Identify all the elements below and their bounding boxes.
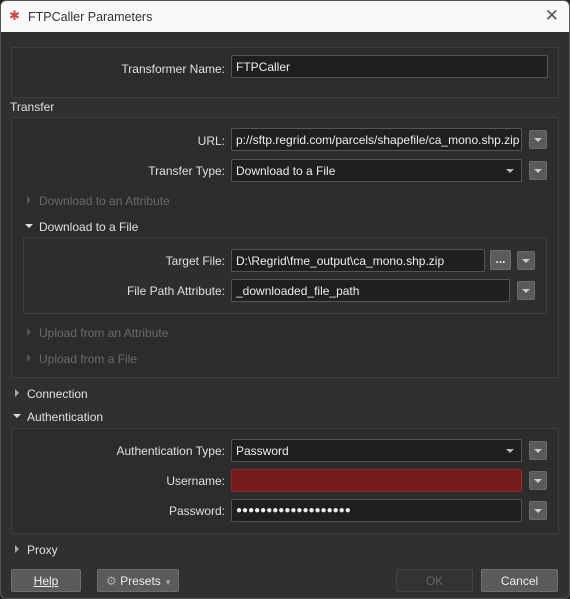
file-path-attribute-label: File Path Attribute: (126, 284, 225, 298)
url-input[interactable]: p://sftp.regrid.com/parcels/shapefile/ca… (231, 128, 522, 151)
password-label: Password: (168, 504, 225, 518)
gear-icon: ⚙ (106, 574, 117, 588)
file-path-attribute-options-button[interactable] (517, 281, 535, 300)
chevron-down-icon: ▼ (164, 578, 173, 587)
cancel-button[interactable]: Cancel (481, 569, 558, 592)
dialog-window: ✱ FTPCaller Parameters ✕ Transformer Nam… (0, 0, 570, 599)
expand-arrow-icon (27, 354, 31, 362)
close-icon[interactable]: ✕ (545, 6, 559, 26)
fme-transformer-icon: ✱ (9, 8, 20, 23)
section-label: Upload from a File (39, 352, 138, 366)
section-label: Authentication (27, 410, 104, 424)
transformer-name-label: Transformer Name: (121, 62, 225, 76)
expand-arrow-icon (15, 389, 19, 397)
help-button[interactable]: Help (11, 569, 81, 592)
target-file-label: Target File: (165, 254, 225, 268)
password-options-button[interactable] (529, 501, 547, 520)
username-input[interactable] (231, 469, 522, 492)
expand-arrow-icon (27, 196, 31, 204)
title-bar: ✱ FTPCaller Parameters ✕ (1, 1, 569, 32)
section-label: Connection (27, 387, 88, 401)
authentication-type-label: Authentication Type: (116, 444, 225, 458)
transformer-name-input[interactable]: FTPCaller (231, 55, 548, 78)
ok-button[interactable]: OK (396, 569, 473, 592)
section-label: Download to an Attribute (39, 194, 170, 208)
window-title: FTPCaller Parameters (28, 10, 153, 24)
presets-button[interactable]: ⚙ Presets ▼ (97, 569, 179, 592)
transfer-type-label: Transfer Type: (148, 164, 225, 178)
transfer-type-select[interactable]: Download to a File (231, 159, 522, 182)
section-label: Download to a File (39, 220, 139, 234)
presets-label: Presets (120, 574, 161, 588)
target-file-input[interactable]: D:\Regrid\fme_output\ca_mono.shp.zip (231, 249, 485, 272)
target-file-options-button[interactable] (517, 251, 535, 270)
collapse-arrow-icon (25, 224, 33, 228)
username-label: Username: (166, 474, 225, 488)
authentication-type-select[interactable]: Password (231, 439, 522, 462)
section-label: Proxy (27, 543, 58, 557)
transfer-type-options-button[interactable] (529, 161, 547, 180)
browse-button[interactable]: ... (490, 250, 511, 270)
expand-arrow-icon (27, 328, 31, 336)
file-path-attribute-input[interactable]: _downloaded_file_path (231, 279, 510, 302)
authentication-type-options-button[interactable] (529, 441, 547, 460)
username-options-button[interactable] (529, 471, 547, 490)
collapse-arrow-icon (13, 414, 21, 418)
url-options-button[interactable] (529, 130, 547, 149)
transfer-heading: Transfer (10, 100, 55, 114)
section-label: Upload from an Attribute (39, 326, 169, 340)
url-label: URL: (197, 134, 225, 148)
password-input[interactable]: ●●●●●●●●●●●●●●●●●●● (231, 499, 522, 522)
expand-arrow-icon (15, 545, 19, 553)
